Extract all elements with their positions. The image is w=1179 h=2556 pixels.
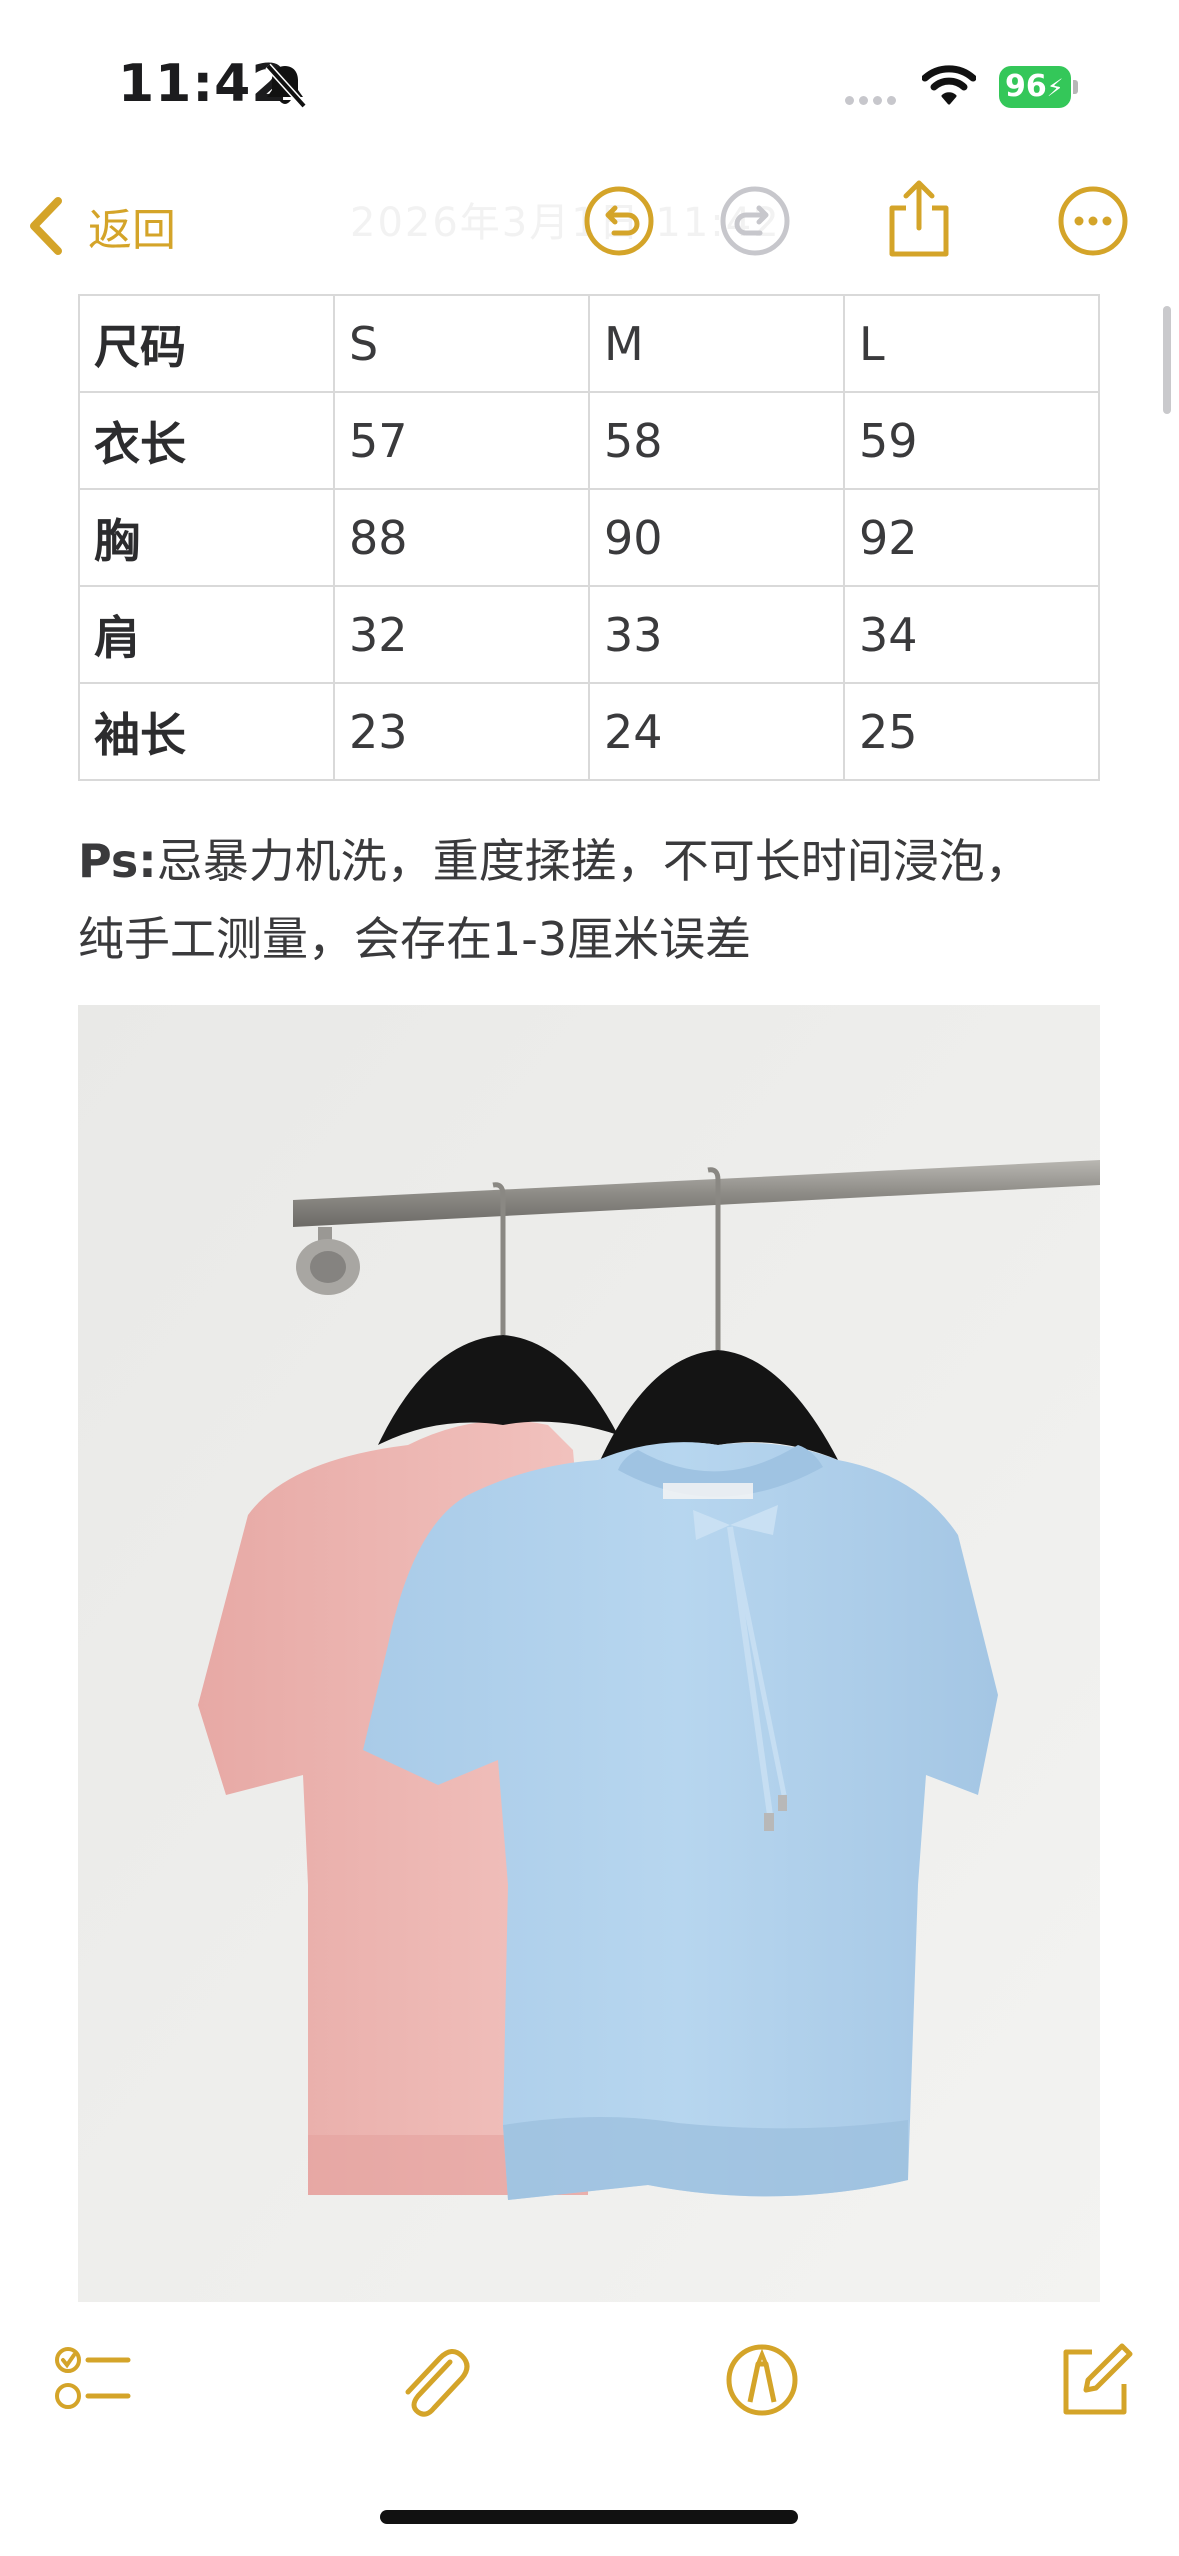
table-cell: 33 <box>588 585 845 684</box>
markup-button[interactable] <box>722 2340 802 2420</box>
home-indicator[interactable] <box>380 2510 798 2524</box>
wifi-icon <box>922 65 976 105</box>
table-cell: 25 <box>843 682 1100 781</box>
table-cell: L <box>843 294 1100 393</box>
redo-button[interactable] <box>718 184 792 258</box>
table-cell: 尺码 <box>78 294 335 393</box>
undo-icon <box>584 186 654 256</box>
table-cell: 肩 <box>78 585 335 684</box>
more-button[interactable] <box>1056 184 1130 258</box>
note-title: 2026年3月1日 11:42 <box>350 200 781 246</box>
compose-button[interactable] <box>1054 2340 1134 2420</box>
markup-icon <box>726 2344 798 2416</box>
bottom-toolbar <box>0 2340 1179 2450</box>
share-button[interactable] <box>884 178 954 260</box>
attachment-icon <box>405 2349 470 2417</box>
table-cell: S <box>333 294 590 393</box>
back-button[interactable]: 返回 <box>26 196 176 256</box>
share-icon <box>889 180 949 257</box>
table-cell: 34 <box>843 585 1100 684</box>
note-line-2: 纯手工测量，会存在1-3厘米误差 <box>78 912 752 966</box>
table-cell: 衣长 <box>78 391 335 490</box>
checklist-button[interactable] <box>54 2340 134 2420</box>
back-label: 返回 <box>88 205 176 256</box>
note-prefix: Ps: <box>78 834 157 888</box>
redo-icon <box>720 186 790 256</box>
table-cell: 32 <box>333 585 590 684</box>
compose-icon <box>1063 2343 1133 2415</box>
table-cell: 23 <box>333 682 590 781</box>
bell-slash-icon <box>265 63 307 109</box>
note-line-1: 忌暴力机洗，重度揉搓，不可长时间浸泡， <box>156 834 1031 888</box>
battery-icon: 96⚡ <box>999 66 1079 108</box>
table-row: 袖长 23 24 25 <box>78 682 1100 781</box>
table-row: 胸 88 90 92 <box>78 488 1100 587</box>
table-row: 肩 32 33 34 <box>78 585 1100 684</box>
table-cell: M <box>588 294 845 393</box>
table-cell: 24 <box>588 682 845 781</box>
clothing-photo[interactable] <box>78 1005 1100 2302</box>
table-cell: 88 <box>333 488 590 587</box>
checklist-icon <box>55 2347 131 2409</box>
size-table: 尺码 S M L 衣长 57 58 59 胸 88 90 92 肩 32 33 … <box>78 294 1100 781</box>
table-cell: 57 <box>333 391 590 490</box>
table-cell: 胸 <box>78 488 335 587</box>
battery-level: 96 <box>1005 69 1047 104</box>
more-icon <box>1058 186 1128 256</box>
table-row: 衣长 57 58 59 <box>78 391 1100 490</box>
table-cell: 59 <box>843 391 1100 490</box>
table-cell: 袖长 <box>78 682 335 781</box>
undo-button[interactable] <box>582 184 656 258</box>
cellular-signal-icon <box>845 90 901 109</box>
table-cell: 90 <box>588 488 845 587</box>
navigation-bar: 返回 2026年3月1日 11:42 <box>0 170 1179 290</box>
scroll-indicator[interactable] <box>1163 306 1171 414</box>
chevron-left-icon <box>30 197 62 255</box>
table-cell: 92 <box>843 488 1100 587</box>
attachment-button[interactable] <box>392 2340 472 2420</box>
table-cell: 58 <box>588 391 845 490</box>
note-text[interactable]: Ps:忌暴力机洗，重度揉搓，不可长时间浸泡， 纯手工测量，会存在1-3厘米误差 <box>78 822 1138 978</box>
table-row: 尺码 S M L <box>78 294 1100 393</box>
status-bar: 11:42 96⚡ <box>0 0 1179 170</box>
